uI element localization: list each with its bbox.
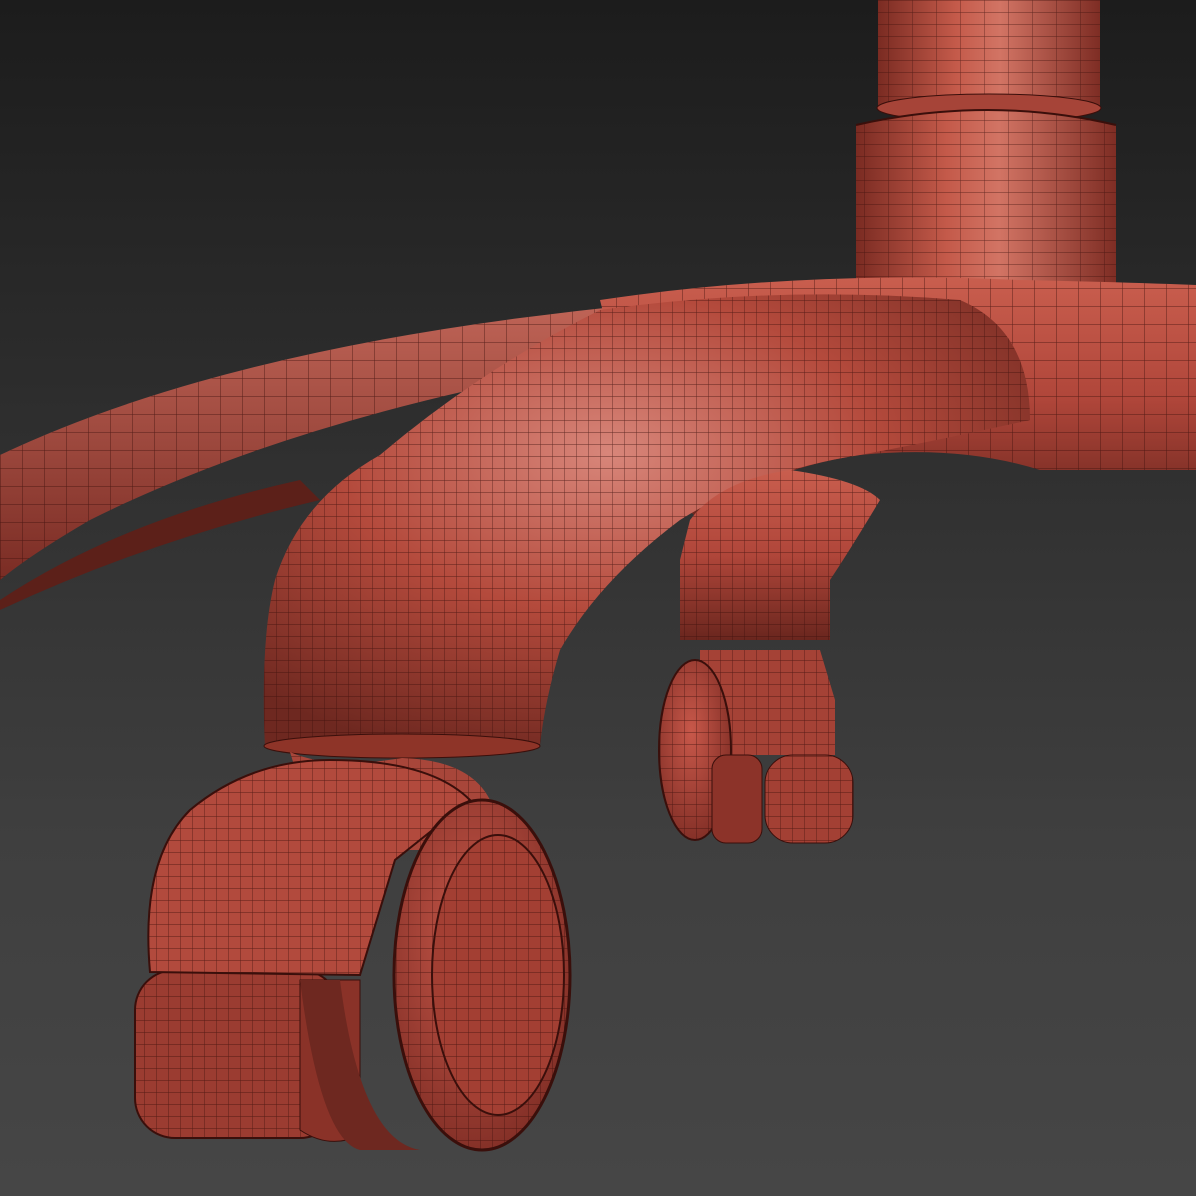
gas-lift-column [855,0,1117,290]
chair-base-render [0,0,1196,1152]
rear-caster [658,470,880,844]
front-caster [134,752,572,1152]
render-viewport [0,0,1196,1196]
